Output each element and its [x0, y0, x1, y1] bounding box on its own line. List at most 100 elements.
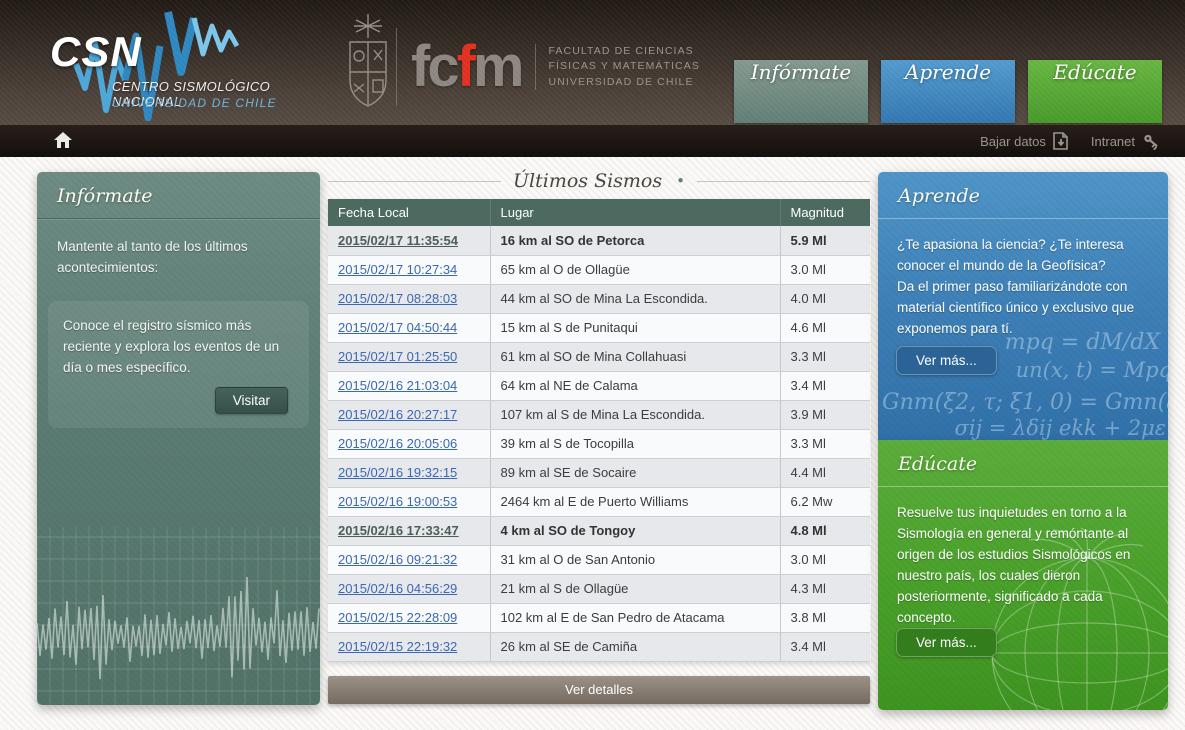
sismo-lugar: 16 km al SO de Petorca	[490, 226, 781, 256]
sismo-fecha-link[interactable]: 2015/02/16 04:56:29	[338, 581, 457, 596]
sismo-lugar: 4 km al SO de Tongoy	[490, 516, 781, 546]
site-header: CSN CENTRO SISMOLÓGICO NACIONAL UNIVERSI…	[0, 0, 1185, 125]
panel-educate-title: Edúcate	[878, 440, 1168, 487]
sismo-row: 2015/02/15 22:28:09 102 km al E de San Pe…	[328, 603, 870, 633]
sismos-table: Fecha Local Lugar Magnitud 2015/02/17 11…	[328, 199, 871, 662]
ver-detalles-button[interactable]: Ver detalles	[328, 676, 870, 704]
panel-informate-title: Infórmate	[37, 172, 320, 219]
panel-aprende: Aprende ¿Te apasiona la ciencia? ¿Te int…	[878, 172, 1168, 440]
sismo-lugar: 61 km al SO de Mina Collahuasi	[490, 342, 781, 372]
panel-educate-body: Resuelve tus inquietudes en torno a la S…	[897, 505, 1131, 625]
sismo-lugar: 15 km al S de Punitaqui	[490, 313, 781, 343]
page-title: Últimos Sismos	[513, 170, 663, 192]
sismo-fecha-link[interactable]: 2015/02/16 09:21:32	[338, 552, 457, 567]
sismo-row: 2015/02/16 19:00:53 2464 km al E de Puert…	[328, 487, 870, 517]
sismo-row: 2015/02/16 17:33:47 4 km al SO de Tongoy 4…	[328, 516, 870, 546]
panel-aprende-body: ¿Te apasiona la ciencia? ¿Te interesa co…	[897, 237, 1135, 336]
sismo-row: 2015/02/17 01:25:50 61 km al SO de Mina C…	[328, 342, 870, 372]
header-button-aprende[interactable]: Aprende	[881, 60, 1015, 123]
csn-abbr: CSN	[50, 28, 142, 75]
title-bullet: •	[676, 172, 685, 190]
sismo-magnitud: 4.4 Ml	[780, 458, 870, 488]
csn-subtitle-2: UNIVERSIDAD DE CHILE	[112, 96, 277, 110]
visitar-button[interactable]: Visitar	[214, 386, 288, 414]
sismo-lugar: 89 km al SE de Socaire	[490, 458, 781, 488]
sismo-row: 2015/02/16 19:32:15 89 km al SE de Socair…	[328, 458, 870, 488]
sismo-row: 2015/02/16 09:21:32 31 km al O de San Ant…	[328, 545, 870, 575]
sismo-row: 2015/02/17 10:27:34 65 km al O de Ollagüe…	[328, 255, 870, 285]
sismo-lugar: 26 km al SE de Camiña	[490, 632, 781, 662]
seismograph-graphic	[37, 527, 320, 705]
sismo-fecha-link[interactable]: 2015/02/17 04:50:44	[338, 320, 457, 335]
sismo-lugar: 102 km al E de San Pedro de Atacama	[490, 603, 781, 633]
sismo-row: 2015/02/15 22:19:32 26 km al SE de Camiña…	[328, 632, 870, 662]
sismo-row: 2015/02/17 11:35:54 16 km al SO de Petorc…	[328, 226, 870, 256]
sismo-magnitud: 3.0 Ml	[780, 545, 870, 575]
formula-text: un(x, t) = Mpq	[1015, 358, 1168, 382]
sismo-magnitud: 6.2 Mw	[780, 487, 870, 517]
sismo-fecha-link[interactable]: 2015/02/16 21:03:04	[338, 378, 457, 393]
sismos-table-header-row: Fecha Local Lugar Magnitud	[328, 199, 871, 226]
sismo-lugar: 21 km al S de Ollagüe	[490, 574, 781, 604]
sismos-table-body: 2015/02/17 11:35:54 16 km al SO de Petorc…	[328, 226, 870, 662]
panel-informate-card: Conoce el registro sísmico más reciente …	[48, 300, 309, 428]
sismo-row: 2015/02/16 04:56:29 21 km al S de Ollagüe…	[328, 574, 870, 604]
download-doc-icon	[1053, 132, 1068, 150]
csn-logo[interactable]: CSN CENTRO SISMOLÓGICO NACIONAL UNIVERSI…	[40, 6, 340, 121]
sismo-magnitud: 5.9 Ml	[780, 226, 870, 256]
home-icon[interactable]	[54, 132, 72, 149]
fcfm-wordmark: fcfm	[411, 34, 524, 99]
sismo-fecha-link[interactable]: 2015/02/16 19:00:53	[338, 494, 457, 509]
sismo-fecha-link[interactable]: 2015/02/17 08:28:03	[338, 291, 457, 306]
sismo-fecha-link[interactable]: 2015/02/16 20:27:17	[338, 407, 457, 422]
sismo-lugar: 44 km al SO de Mina La Escondida.	[490, 284, 781, 314]
sismo-fecha-link[interactable]: 2015/02/17 10:27:34	[338, 262, 457, 277]
sismo-fecha-link[interactable]: 2015/02/16 17:33:47	[338, 523, 459, 538]
sismo-row: 2015/02/16 21:03:04 64 km al NE de Calama…	[328, 371, 870, 401]
intranet-label: Intranet	[1090, 133, 1135, 149]
nav-bar: Bajar datos Intranet	[0, 125, 1185, 157]
panel-educate: Edúcate Resuelve tus inquietudes en torn…	[878, 440, 1168, 710]
panel-informate: Infórmate Mantente al tanto de los últim…	[37, 172, 320, 705]
nav-link-bajar-datos[interactable]: Bajar datos	[980, 132, 1069, 150]
panel-informate-card-text: Conoce el registro sísmico más reciente …	[63, 317, 280, 375]
sismo-magnitud: 4.0 Ml	[780, 284, 870, 314]
panel-aprende-title: Aprende	[878, 172, 1168, 219]
sismo-fecha-link[interactable]: 2015/02/15 22:28:09	[338, 610, 457, 625]
formula-text: σij = λδij ekk + 2με	[954, 416, 1166, 440]
sismo-magnitud: 3.4 Ml	[780, 632, 870, 662]
sismo-row: 2015/02/16 20:27:17 107 km al S de Mina L…	[328, 400, 870, 430]
educate-ver-mas-button[interactable]: Ver más...	[896, 628, 997, 657]
bajar-datos-label: Bajar datos	[980, 133, 1046, 149]
key-icon	[1144, 134, 1158, 150]
sismo-fecha-link[interactable]: 2015/02/17 11:35:54	[338, 233, 458, 248]
sismo-row: 2015/02/17 04:50:44 15 km al S de Punitaq…	[328, 313, 870, 343]
sismo-fecha-link[interactable]: 2015/02/16 19:32:15	[338, 465, 457, 480]
column-header-fecha: Fecha Local	[328, 199, 491, 226]
header-button-informate[interactable]: Infórmate	[734, 60, 868, 123]
column-header-magnitud: Magnitud	[780, 199, 871, 226]
title-rule-right	[696, 180, 870, 182]
sismo-magnitud: 3.4 Ml	[780, 371, 870, 401]
fcfm-logo[interactable]: fcfm FACULTAD DE CIENCIAS FÍSICAS Y MATE…	[396, 28, 700, 106]
header-button-educate[interactable]: Edúcate	[1028, 60, 1162, 123]
sismo-magnitud: 3.9 Ml	[780, 400, 870, 430]
sismo-magnitud: 4.8 Ml	[780, 516, 870, 546]
title-rule-left	[328, 180, 502, 182]
sismo-magnitud: 3.0 Ml	[780, 255, 870, 285]
sismo-row: 2015/02/17 08:28:03 44 km al SO de Mina L…	[328, 284, 870, 314]
sismo-lugar: 39 km al S de Tocopilla	[490, 429, 781, 459]
sismo-lugar: 2464 km al E de Puerto Williams	[490, 487, 781, 517]
sismo-fecha-link[interactable]: 2015/02/15 22:19:32	[338, 639, 457, 654]
sismo-lugar: 107 km al S de Mina La Escondida.	[490, 400, 781, 430]
panel-informate-intro: Mantente al tanto de los últimos acontec…	[57, 239, 248, 275]
aprende-ver-mas-button[interactable]: Ver más...	[896, 346, 997, 375]
sismo-magnitud: 4.3 Ml	[780, 574, 870, 604]
sismo-fecha-link[interactable]: 2015/02/16 20:05:06	[338, 436, 457, 451]
sismo-magnitud: 4.6 Ml	[780, 313, 870, 343]
sismo-lugar: 65 km al O de Ollagüe	[490, 255, 781, 285]
sismo-row: 2015/02/16 20:05:06 39 km al S de Tocopil…	[328, 429, 870, 459]
sismo-fecha-link[interactable]: 2015/02/17 01:25:50	[338, 349, 457, 364]
nav-link-intranet[interactable]: Intranet	[1091, 132, 1161, 150]
sismo-magnitud: 3.3 Ml	[780, 342, 870, 372]
